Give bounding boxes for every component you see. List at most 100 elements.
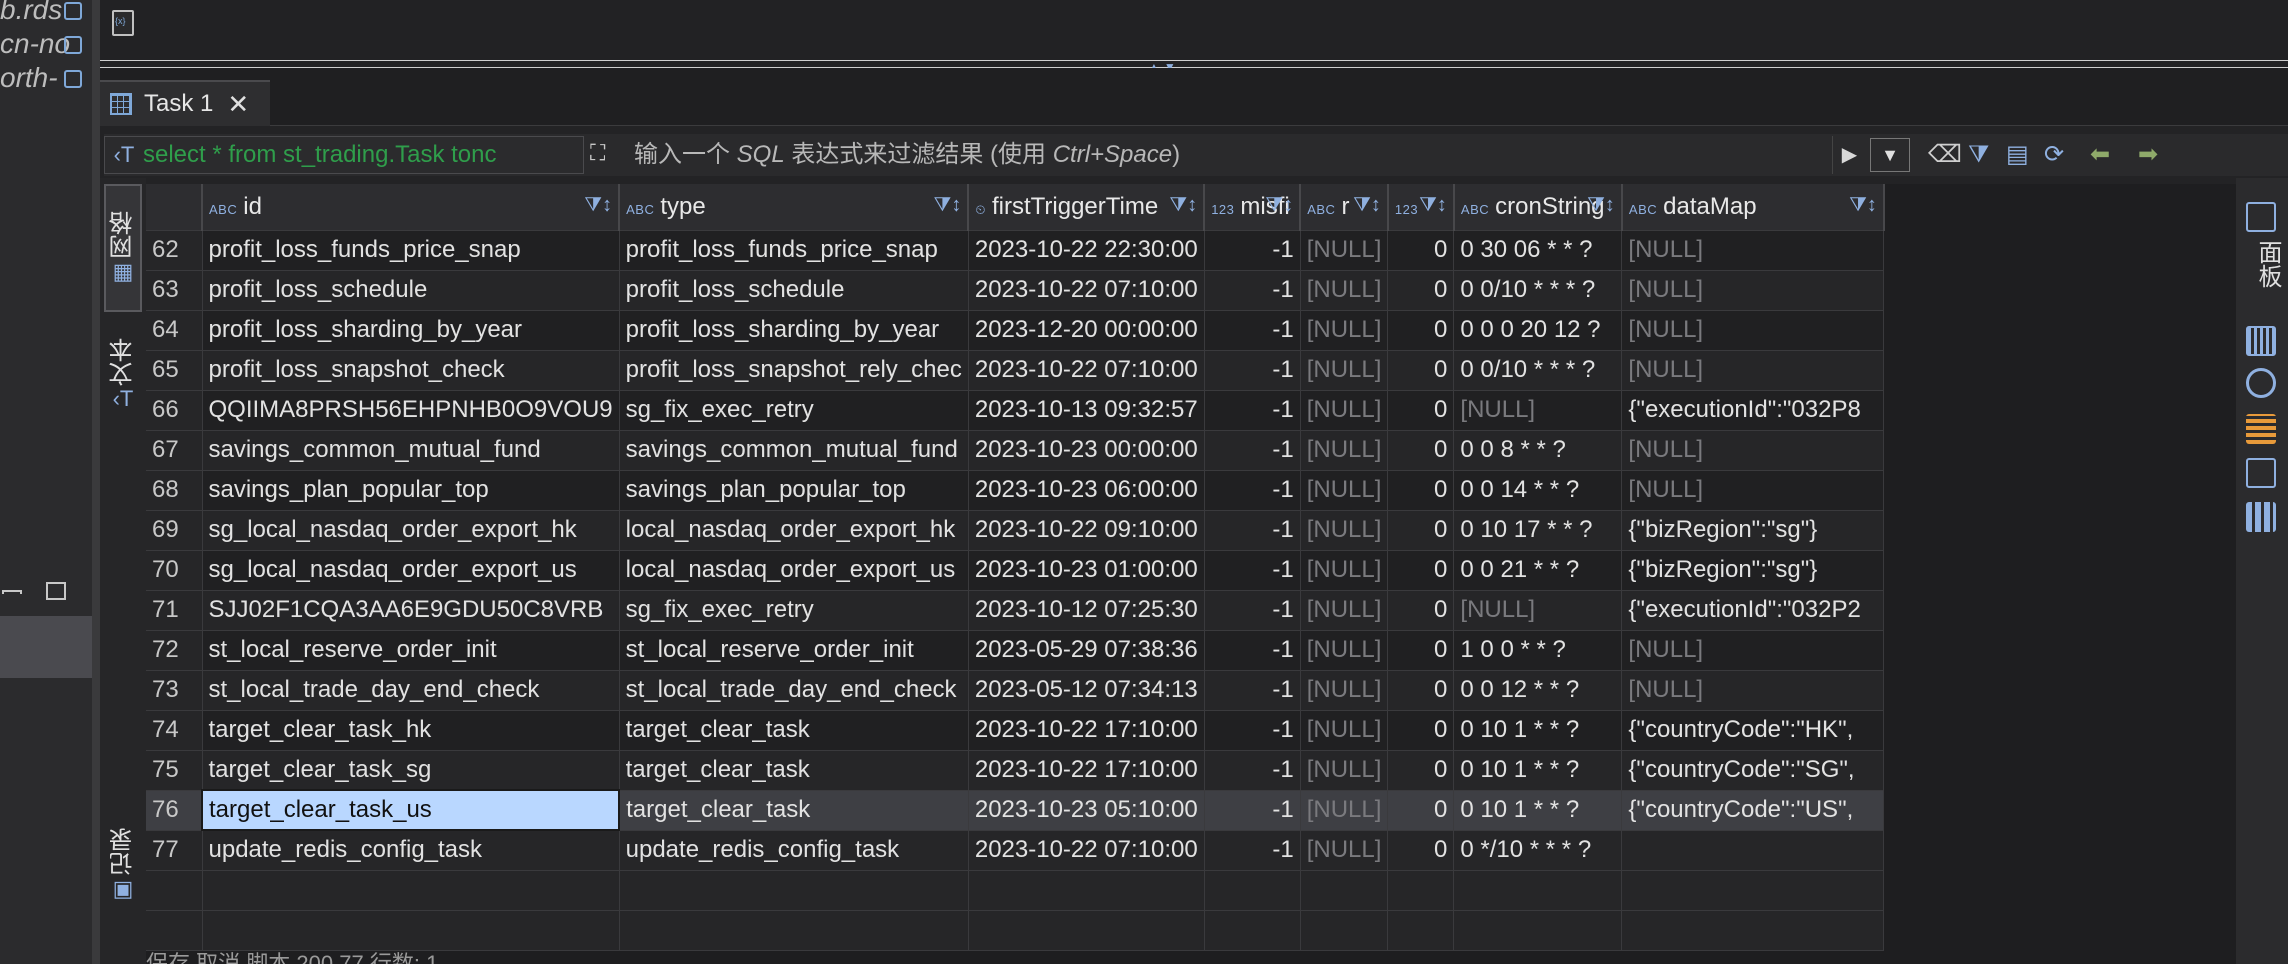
table-row[interactable]: 65 profit_loss_snapshot_check profit_loss_… xyxy=(146,350,1885,391)
table-cell[interactable]: 2023-10-22 07:10:00 xyxy=(968,350,1205,391)
table-cell[interactable]: update_redis_config_task xyxy=(202,830,620,871)
table-cell[interactable]: [NULL] xyxy=(1300,470,1389,511)
save-filter-icon[interactable]: ▤ xyxy=(2006,140,2029,170)
table-cell[interactable]: -1 xyxy=(1204,670,1301,711)
table-cell[interactable]: [NULL] xyxy=(1453,590,1623,631)
table-cell[interactable]: 0 0/10 * * * ? xyxy=(1453,270,1623,311)
table-cell[interactable]: savings_plan_popular_top xyxy=(619,470,969,511)
table-cell[interactable]: QQIIMA8PRSH56EHPNHB0O9VOU9 xyxy=(202,390,620,431)
column-header-cronString[interactable]: ABC cronString ⧩↕ xyxy=(1453,184,1623,231)
table-cell[interactable]: 0 0 21 * * ? xyxy=(1453,550,1623,591)
table-cell[interactable]: 0 xyxy=(1387,350,1455,391)
table-cell[interactable]: 1 0 0 * * ? xyxy=(1453,630,1623,671)
table-cell[interactable]: [NULL] xyxy=(1621,350,1885,391)
sort-filter-icon[interactable]: ⧩↕ xyxy=(1265,194,1293,217)
table-cell[interactable]: -1 xyxy=(1204,710,1301,751)
table-cell[interactable]: 0 0/10 * * * ? xyxy=(1453,350,1623,391)
column-header-id[interactable]: ABC id ⧩↕ xyxy=(202,184,621,231)
left-selected-item[interactable] xyxy=(0,616,92,678)
table-cell[interactable]: -1 xyxy=(1204,830,1301,871)
table-cell[interactable]: sg_local_nasdaq_order_export_us xyxy=(202,550,620,591)
column-header-firstTriggerTime[interactable]: ⏲ firstTriggerTime ⧩↕ xyxy=(968,184,1206,231)
table-cell[interactable]: [NULL] xyxy=(1300,510,1389,551)
table-cell[interactable]: 0 30 06 * * ? xyxy=(1453,230,1623,271)
sort-filter-icon[interactable]: ⧩↕ xyxy=(1587,194,1615,217)
tab-text-view[interactable]: 文本 ‹T xyxy=(104,338,142,448)
table-cell[interactable]: 0 xyxy=(1387,830,1455,871)
panel-sash[interactable] xyxy=(100,60,2288,68)
forward-arrow-icon[interactable]: ➡ xyxy=(2138,140,2158,170)
panels-label[interactable]: 面板 xyxy=(2250,240,2285,288)
save-button[interactable]: 保存 xyxy=(146,951,190,964)
table-cell[interactable]: st_local_trade_day_end_check xyxy=(619,670,969,711)
table-cell[interactable]: 0 xyxy=(1387,670,1455,711)
table-cell[interactable]: 0 xyxy=(1387,270,1455,311)
table-cell[interactable]: -1 xyxy=(1204,230,1301,271)
column-header-dataMap[interactable]: ABC dataMap ⧩↕ xyxy=(1621,184,1885,231)
table-cell[interactable]: 2023-10-12 07:25:30 xyxy=(968,590,1205,631)
table-row[interactable]: 68 savings_plan_popular_top savings_plan_p… xyxy=(146,470,1885,511)
results-grid[interactable]: ABC id ⧩↕ ABC type ⧩↕ ⏲ firstTriggerTime ⧩↕ 123 mi… xyxy=(146,184,2236,964)
filter-input[interactable]: 输入一个 SQL 表达式来过滤结果 (使用 Ctrl+Space) xyxy=(634,134,1180,176)
table-cell[interactable]: -1 xyxy=(1204,270,1301,311)
table-cell[interactable]: 0 0 12 * * ? xyxy=(1453,670,1623,711)
table-cell[interactable]: [NULL] xyxy=(1300,430,1389,471)
table-cell[interactable]: 2023-10-23 01:00:00 xyxy=(968,550,1205,591)
table-row[interactable]: 67 savings_common_mutual_fund savings_comm… xyxy=(146,430,1885,471)
table-cell[interactable]: [NULL] xyxy=(1621,670,1885,711)
table-cell[interactable]: {"countryCode":"US", xyxy=(1621,790,1885,831)
refresh-icon[interactable]: ⟳ xyxy=(2044,140,2064,170)
panels-icon[interactable] xyxy=(2246,202,2276,232)
table-cell[interactable]: 0 */10 * * * ? xyxy=(1453,830,1623,871)
table-cell[interactable]: st_local_trade_day_end_check xyxy=(202,670,620,711)
table-row[interactable]: 75 target_clear_task_sg target_clear_task 2… xyxy=(146,750,1885,791)
table-cell[interactable]: {"bizRegion":"sg"} xyxy=(1621,550,1885,591)
pane-divider[interactable] xyxy=(92,0,100,964)
table-row[interactable]: 74 target_clear_task_hk target_clear_task 2… xyxy=(146,710,1885,751)
maximize-icon[interactable] xyxy=(46,582,66,600)
table-cell[interactable]: savings_common_mutual_fund xyxy=(619,430,969,471)
table-cell[interactable]: [NULL] xyxy=(1300,390,1389,431)
table-cell[interactable]: 0 xyxy=(1387,470,1455,511)
table-cell[interactable]: {"countryCode":"SG", xyxy=(1621,750,1885,791)
table-cell[interactable]: 0 xyxy=(1387,710,1455,751)
table-cell[interactable]: -1 xyxy=(1204,470,1301,511)
table-row[interactable]: 69 sg_local_nasdaq_order_export_hk local_n… xyxy=(146,510,1885,551)
table-cell[interactable] xyxy=(1621,830,1885,871)
table-cell[interactable]: local_nasdaq_order_export_hk xyxy=(619,510,969,551)
table-row[interactable]: 64 profit_loss_sharding_by_year profit_los… xyxy=(146,310,1885,351)
table-cell[interactable]: profit_loss_schedule xyxy=(619,270,969,311)
table-cell[interactable]: st_local_reserve_order_init xyxy=(202,630,620,671)
column-header-r[interactable]: ABC r ⧩↕ xyxy=(1300,184,1389,231)
sort-filter-icon[interactable]: ⧩↕ xyxy=(1353,194,1381,217)
column-header-col5[interactable]: 123 ⧩↕ xyxy=(1387,184,1455,231)
table-cell[interactable]: target_clear_task xyxy=(619,710,969,751)
table-cell[interactable]: [NULL] xyxy=(1621,470,1885,511)
table-cell[interactable]: local_nasdaq_order_export_us xyxy=(619,550,969,591)
table-cell[interactable]: 0 10 1 * * ? xyxy=(1453,750,1623,791)
sort-filter-icon[interactable]: ⧩↕ xyxy=(1419,194,1447,217)
minimize-icon[interactable] xyxy=(2,590,22,594)
table-cell[interactable]: 2023-05-29 07:38:36 xyxy=(968,630,1205,671)
table-cell[interactable]: target_clear_task_us xyxy=(200,789,621,831)
table-row[interactable]: 76 target_clear_task_us target_clear_task 2… xyxy=(146,789,1885,831)
table-cell[interactable]: 0 10 1 * * ? xyxy=(1453,790,1623,831)
back-arrow-icon[interactable]: ⬅ xyxy=(2090,140,2110,170)
table-cell[interactable]: 2023-10-22 22:30:00 xyxy=(968,230,1205,271)
table-cell[interactable]: 2023-10-23 05:10:00 xyxy=(968,790,1205,831)
table-row[interactable]: 72 st_local_reserve_order_init st_local_re… xyxy=(146,630,1885,671)
table-cell[interactable]: [NULL] xyxy=(1300,550,1389,591)
table-row[interactable]: 71 SJJ02F1CQA3AA6E9GDU50C8VRB sg_fix_exec_… xyxy=(146,590,1885,631)
table-cell[interactable]: [NULL] xyxy=(1300,230,1389,271)
table-cell[interactable]: 0 0 0 20 12 ? xyxy=(1453,310,1623,351)
cancel-button[interactable]: 取消 xyxy=(196,951,240,964)
table-cell[interactable]: sg_fix_exec_retry xyxy=(619,390,969,431)
table-row[interactable]: 77 update_redis_config_task update_redis_c… xyxy=(146,830,1885,871)
table-cell[interactable]: [NULL] xyxy=(1300,270,1389,311)
table-cell[interactable]: -1 xyxy=(1204,750,1301,791)
grouping-icon[interactable] xyxy=(2246,458,2276,488)
calc-icon[interactable] xyxy=(2246,414,2276,444)
table-cell[interactable]: profit_loss_funds_price_snap xyxy=(202,230,620,271)
table-cell[interactable]: target_clear_task xyxy=(619,750,969,791)
table-cell[interactable]: 0 xyxy=(1387,750,1455,791)
